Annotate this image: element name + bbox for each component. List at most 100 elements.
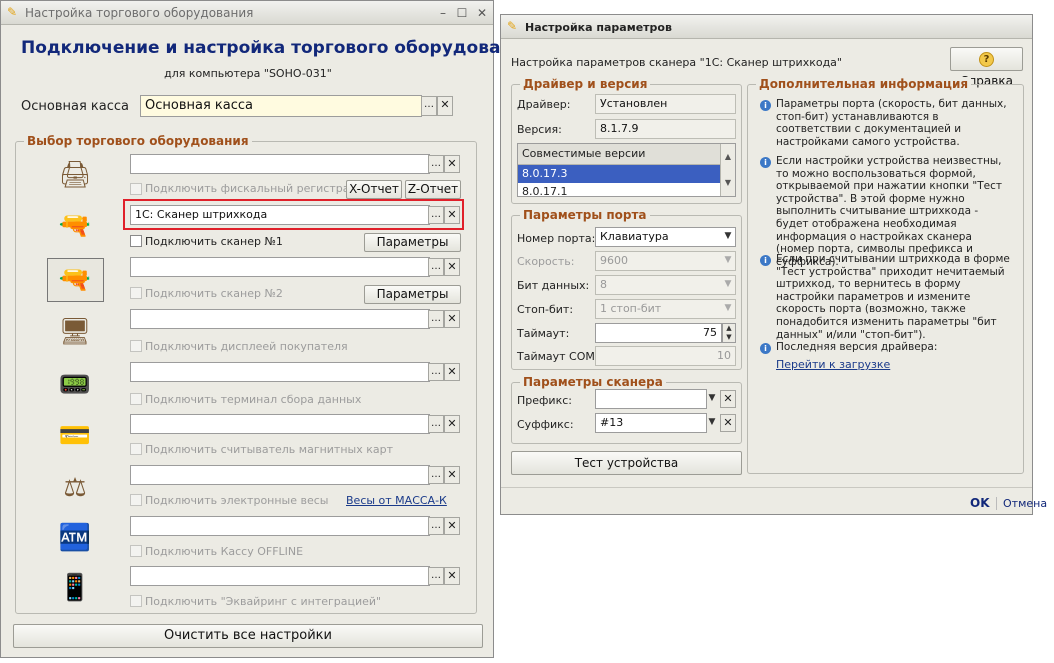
params-window-title: Настройка параметров <box>525 21 672 34</box>
scanner1-checkbox[interactable] <box>130 235 142 247</box>
acquiring-clear-button[interactable]: ✕ <box>444 567 460 585</box>
scanner2-clear-button[interactable]: ✕ <box>444 258 460 276</box>
z-report-button[interactable]: Z-Отчет <box>405 180 461 199</box>
scanner2-select-button[interactable]: … <box>428 258 444 276</box>
terminal-input[interactable] <box>130 362 430 382</box>
scanner1-params-button[interactable]: Параметры <box>364 233 461 252</box>
download-link[interactable]: Перейти к загрузке <box>776 358 890 371</box>
help-button[interactable]: ? Справка <box>950 47 1023 88</box>
display-input[interactable] <box>130 309 430 329</box>
prefix-clear-button[interactable]: ✕ <box>720 390 736 408</box>
params-header-text: Настройка параметров сканера "1С: Сканер… <box>511 56 842 69</box>
port-select[interactable]: Клавиатура <box>595 227 736 247</box>
acquiring-label: Подключить "Эквайринг с интеграцией" <box>145 595 382 608</box>
magnetic-input[interactable] <box>130 414 430 434</box>
stop-bits-dropdown-icon[interactable]: ▼ <box>721 300 735 318</box>
compat-item-selected[interactable]: 8.0.17.3 <box>518 165 721 183</box>
acquiring-select-button[interactable]: … <box>428 567 444 585</box>
acquiring-checkbox[interactable] <box>130 595 142 607</box>
params-title-bar[interactable]: ✎ Настройка параметров <box>501 15 1032 39</box>
fiscal-checkbox[interactable] <box>130 183 142 195</box>
acquiring-input[interactable] <box>130 566 430 586</box>
timeout-spinner[interactable]: ▲ ▼ <box>722 323 736 343</box>
timeout-com-input: 10 <box>595 346 736 366</box>
scanner2-checkbox[interactable] <box>130 287 142 299</box>
x-report-button[interactable]: X-Отчет <box>346 180 402 199</box>
scales-input[interactable] <box>130 465 430 485</box>
maximize-icon[interactable]: ☐ <box>456 7 468 19</box>
compat-item[interactable]: 8.0.17.1 <box>518 183 721 196</box>
info-icon: i <box>760 343 771 354</box>
data-terminal-icon: 📟 <box>58 370 92 400</box>
scanner1-clear-button[interactable]: ✕ <box>444 206 460 224</box>
display-select-button[interactable]: … <box>428 310 444 328</box>
ok-button[interactable]: OK <box>970 496 990 510</box>
fiscal-select-button[interactable]: … <box>428 155 444 173</box>
info-icon: i <box>760 255 771 266</box>
terminal-checkbox[interactable] <box>130 393 142 405</box>
driver-label: Драйвер: <box>517 98 571 111</box>
suffix-label: Суффикс: <box>517 418 574 431</box>
stop-bits-select[interactable]: 1 стоп-бит <box>595 299 736 319</box>
info-text-1: Параметры порта (скорость, бит данных, с… <box>776 98 1007 148</box>
suffix-input[interactable]: #13 <box>595 413 707 433</box>
offline-select-button[interactable]: … <box>428 517 444 535</box>
compatible-versions-list[interactable]: Совместимые версии 8.0.17.3 8.0.17.1 ▲ ▼ <box>517 143 736 197</box>
window-title: Настройка торгового оборудования <box>25 6 254 20</box>
scanner1-select-button[interactable]: … <box>428 206 444 224</box>
speed-select[interactable]: 9600 <box>595 251 736 271</box>
clear-all-button[interactable]: Очистить все настройки <box>13 624 483 648</box>
magnetic-clear-button[interactable]: ✕ <box>444 415 460 433</box>
speed-dropdown-icon[interactable]: ▼ <box>721 252 735 270</box>
barcode-scanner-icon: 🔫 <box>58 211 92 241</box>
scanner1-input[interactable]: 1С: Сканер штрихкода <box>130 205 430 225</box>
offline-checkbox[interactable] <box>130 545 142 557</box>
scales-checkbox[interactable] <box>130 494 142 506</box>
barcode-scanner-2-icon: 🔫 <box>58 265 92 295</box>
test-device-button[interactable]: Тест устройства <box>511 451 742 475</box>
minimize-icon[interactable]: – <box>437 7 449 19</box>
port-dropdown-icon[interactable]: ▼ <box>721 228 735 246</box>
scales-label: Подключить электронные весы <box>145 494 329 507</box>
display-clear-button[interactable]: ✕ <box>444 310 460 328</box>
magnetic-checkbox[interactable] <box>130 443 142 455</box>
main-cash-label: Основная касса <box>21 99 129 114</box>
fiscal-clear-button[interactable]: ✕ <box>444 155 460 173</box>
compat-header: Совместимые версии <box>518 144 721 165</box>
prefix-input[interactable] <box>595 389 707 409</box>
main-cash-clear-button[interactable]: ✕ <box>437 96 453 116</box>
help-icon: ? <box>979 52 994 67</box>
prefix-dropdown-icon[interactable]: ▼ <box>705 390 719 408</box>
suffix-dropdown-icon[interactable]: ▼ <box>705 414 719 432</box>
offline-input[interactable] <box>130 516 430 536</box>
info-text-3: Если при считывании штрихкода в форме "Т… <box>776 253 1010 341</box>
terminal-select-button[interactable]: … <box>428 363 444 381</box>
data-bits-dropdown-icon[interactable]: ▼ <box>721 276 735 294</box>
terminal-clear-button[interactable]: ✕ <box>444 363 460 381</box>
offline-clear-button[interactable]: ✕ <box>444 517 460 535</box>
cancel-button[interactable]: Отмена <box>996 497 1047 510</box>
suffix-clear-button[interactable]: ✕ <box>720 414 736 432</box>
scanner2-input[interactable] <box>130 257 430 277</box>
app-icon: ✎ <box>7 5 18 19</box>
close-icon[interactable]: ✕ <box>476 7 488 19</box>
params-app-icon: ✎ <box>507 19 518 33</box>
scales-clear-button[interactable]: ✕ <box>444 466 460 484</box>
scales-link[interactable]: Весы от МАССА-К <box>346 494 447 507</box>
parameters-window: ✎ Настройка параметров Настройка парамет… <box>500 14 1047 515</box>
magnetic-select-button[interactable]: … <box>428 415 444 433</box>
display-checkbox[interactable] <box>130 340 142 352</box>
compat-scrollbar[interactable]: ▲ ▼ <box>720 144 735 196</box>
fiscal-input[interactable] <box>130 154 430 174</box>
fiscal-label: Подключить фискальный регистратор <box>145 182 370 195</box>
scales-select-button[interactable]: … <box>428 466 444 484</box>
timeout-input[interactable]: 75 <box>595 323 722 343</box>
info-icon: i <box>760 157 771 168</box>
data-bits-select[interactable]: 8 <box>595 275 736 295</box>
main-cash-select-button[interactable]: … <box>421 96 437 116</box>
display-label: Подключить дисплеей покупателя <box>145 340 348 353</box>
scanner2-params-button[interactable]: Параметры <box>364 285 461 304</box>
title-bar[interactable]: ✎ Настройка торгового оборудования – ☐ ✕ <box>1 1 493 25</box>
terminal-label: Подключить терминал сбора данных <box>145 393 362 406</box>
main-cash-input[interactable]: Основная касса <box>140 95 422 117</box>
